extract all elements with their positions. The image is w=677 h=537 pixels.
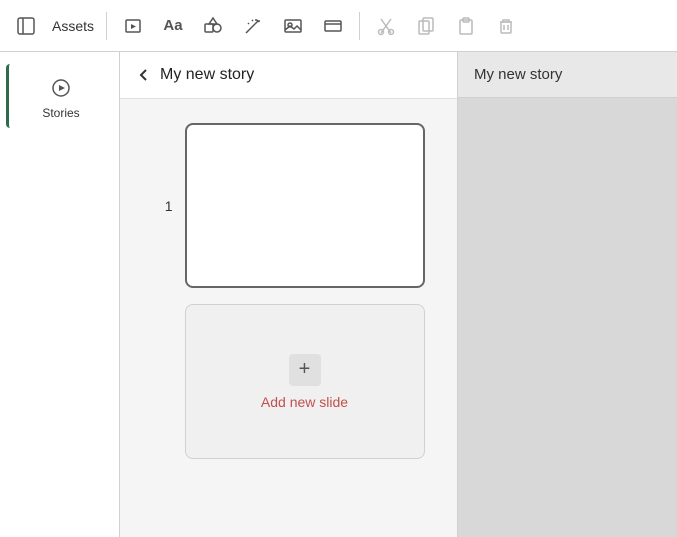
magic-btn[interactable] [235,8,271,44]
shapes-btn[interactable] [195,8,231,44]
plus-icon: + [299,358,311,381]
sidebar-item-stories[interactable]: Stories [6,64,113,128]
add-slide-icon: + [289,354,321,386]
slides-container: 1 + Add new slide [120,99,457,483]
delete-btn[interactable] [488,8,524,44]
separator-2 [359,12,360,40]
main-area: Stories My new story 1 + Add [0,52,677,537]
stories-label: Stories [42,106,79,120]
text-btn[interactable]: Aa [155,8,191,44]
main-toolbar: Assets Aa [0,0,677,52]
preview-btn[interactable] [115,8,151,44]
paste-btn[interactable] [448,8,484,44]
media-btn[interactable] [315,8,351,44]
center-panel: My new story 1 + Add new slide [120,52,457,537]
right-panel: My new story [457,52,677,537]
right-panel-title: My new story [458,52,677,98]
slide-row: 1 [153,123,425,288]
assets-toggle-btn[interactable] [8,8,44,44]
cut-btn[interactable] [368,8,404,44]
image-btn[interactable] [275,8,311,44]
right-panel-content [458,98,677,537]
sidebar: Stories [0,52,120,537]
slide-thumbnail[interactable] [185,123,425,288]
text-icon: Aa [163,17,182,34]
add-slide-button[interactable]: + Add new slide [185,304,425,459]
back-button[interactable] [136,67,152,83]
panel-header: My new story [120,52,457,99]
slide-number: 1 [153,198,173,214]
separator-1 [106,12,107,40]
copy-btn[interactable] [408,8,444,44]
add-slide-label: Add new slide [261,394,348,410]
assets-label: Assets [48,8,98,44]
stories-icon [45,72,77,104]
panel-title: My new story [160,66,254,84]
